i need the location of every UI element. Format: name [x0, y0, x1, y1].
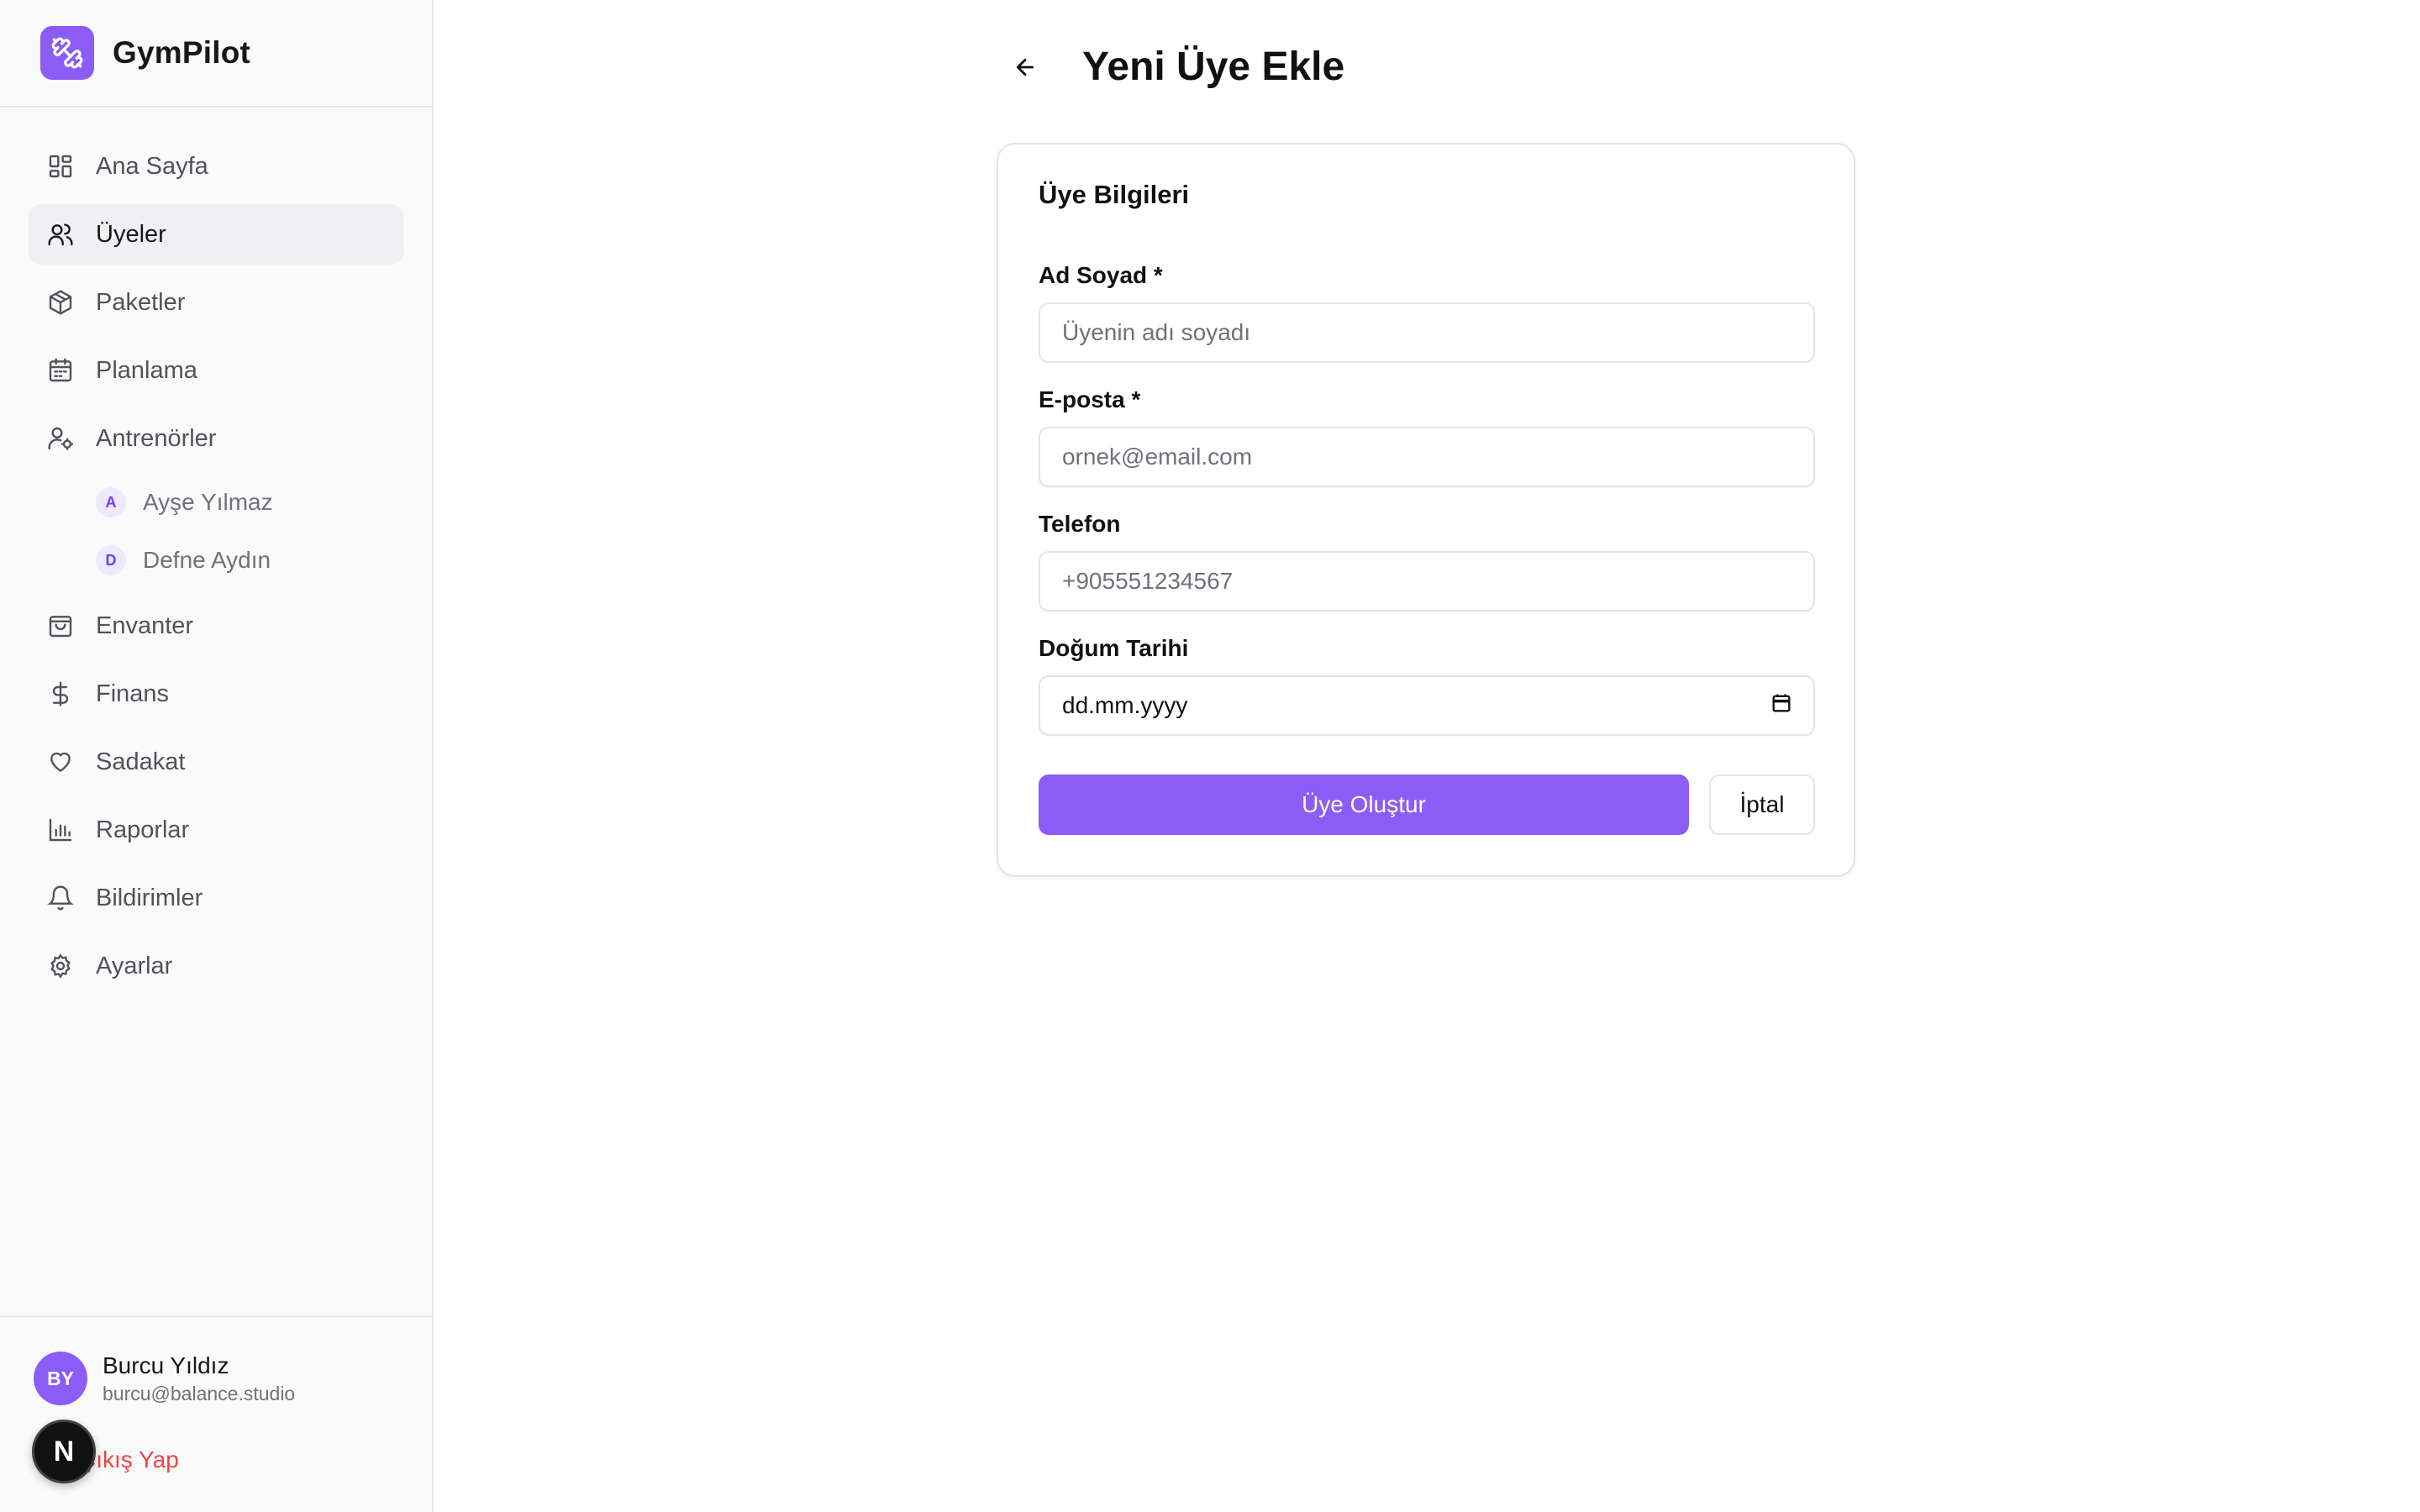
sidebar-item-label: Ayarlar: [96, 952, 173, 979]
email-field[interactable]: ornek@email.com: [1039, 427, 1815, 487]
user-email: burcu@balance.studio: [103, 1383, 296, 1404]
sidebar-item-finans[interactable]: Finans: [29, 664, 403, 724]
sidebar-item-label: Finans: [96, 680, 170, 707]
dumbbell-icon: [40, 26, 94, 80]
trainer-item[interactable]: A Ayşe Yılmaz: [29, 476, 403, 528]
bar-chart-icon: [47, 816, 74, 843]
user-panel: BY Burcu Yıldız burcu@balance.studio Çık…: [0, 1315, 432, 1512]
dollar-icon: [47, 680, 74, 707]
sidebar-item-ana-sayfa[interactable]: Ana Sayfa: [29, 136, 403, 197]
sidebar-item-planlama[interactable]: Planlama: [29, 340, 403, 401]
sidebar-item-label: Üyeler: [96, 220, 166, 248]
calendar-icon: [47, 357, 74, 384]
sidebar-item-sadakat[interactable]: Sadakat: [29, 732, 403, 792]
user-cog-icon: [47, 425, 74, 452]
sidebar-item-label: Bildirimler: [96, 884, 203, 911]
avatar: BY: [34, 1352, 87, 1405]
users-icon: [47, 221, 74, 248]
name-input[interactable]: Üyenin adı soyadı: [1039, 302, 1815, 363]
app-root: GymPilot Ana Sayfa Üyeler Paketler Planl…: [0, 0, 2420, 1512]
user-profile[interactable]: BY Burcu Yıldız burcu@balance.studio: [34, 1351, 295, 1406]
birthdate-value: dd.mm.yyyy: [1062, 692, 1188, 718]
sidebar-item-label: Antrenörler: [96, 424, 217, 452]
birthdate-label: Doğum Tarihi: [1039, 635, 1189, 661]
arrow-left-icon: [1016, 58, 1034, 76]
sidebar: GymPilot Ana Sayfa Üyeler Paketler Planl…: [0, 0, 434, 1512]
email-label: E-posta *: [1039, 386, 1141, 412]
brand[interactable]: GymPilot: [0, 0, 432, 108]
name-label: Ad Soyad *: [1039, 262, 1163, 288]
sidebar-item-paketler[interactable]: Paketler: [29, 272, 403, 333]
sidebar-item-label: Sadakat: [96, 748, 186, 775]
member-form-card: Üye Bilgileri Ad Soyad * Üyenin adı soya…: [997, 143, 1855, 877]
sidebar-item-label: Paketler: [96, 288, 186, 316]
sidebar-item-ayarlar[interactable]: Ayarlar: [29, 936, 403, 996]
trainer-name: Defne Aydın: [143, 547, 271, 573]
sidebar-nav: Ana Sayfa Üyeler Paketler Planlama Antre…: [0, 108, 432, 996]
create-member-button[interactable]: Üye Oluştur: [1039, 774, 1689, 835]
gear-icon: [47, 953, 74, 979]
trainer-item[interactable]: D Defne Aydın: [29, 534, 403, 586]
sidebar-item-label: Ana Sayfa: [96, 152, 208, 180]
sidebar-item-label: Envanter: [96, 612, 194, 639]
sidebar-item-label: Planlama: [96, 356, 197, 384]
trainer-name: Ayşe Yılmaz: [143, 489, 273, 515]
heart-icon: [47, 748, 74, 775]
sidebar-item-bildirimler[interactable]: Bildirimler: [29, 868, 403, 928]
brand-name: GymPilot: [113, 35, 251, 70]
sidebar-item-antrenorler[interactable]: Antrenörler: [29, 408, 403, 469]
shopping-bag-icon: [47, 612, 74, 639]
sidebar-item-uyeler[interactable]: Üyeler: [29, 204, 403, 265]
page-title: Yeni Üye Ekle: [1082, 45, 1345, 89]
layout-grid-icon: [47, 153, 74, 180]
calendar-picker-icon[interactable]: [1770, 691, 1793, 721]
bell-icon: [47, 885, 74, 911]
cancel-button[interactable]: İptal: [1709, 774, 1815, 835]
back-button[interactable]: [1008, 50, 1042, 84]
page-header: Yeni Üye Ekle: [1008, 44, 1344, 90]
trainer-avatar: A: [96, 487, 126, 517]
card-title: Üye Bilgileri: [1039, 180, 1190, 209]
phone-input[interactable]: +905551234567: [1039, 551, 1815, 612]
sidebar-item-raporlar[interactable]: Raporlar: [29, 800, 403, 860]
phone-label: Telefon: [1039, 511, 1121, 537]
birthdate-input[interactable]: dd.mm.yyyy: [1039, 675, 1815, 736]
package-icon: [47, 289, 74, 316]
sidebar-item-label: Raporlar: [96, 816, 190, 843]
nextjs-dev-badge[interactable]: N: [32, 1420, 96, 1483]
sidebar-item-envanter[interactable]: Envanter: [29, 596, 403, 656]
trainer-avatar: D: [96, 545, 126, 575]
user-name: Burcu Yıldız: [103, 1352, 229, 1378]
